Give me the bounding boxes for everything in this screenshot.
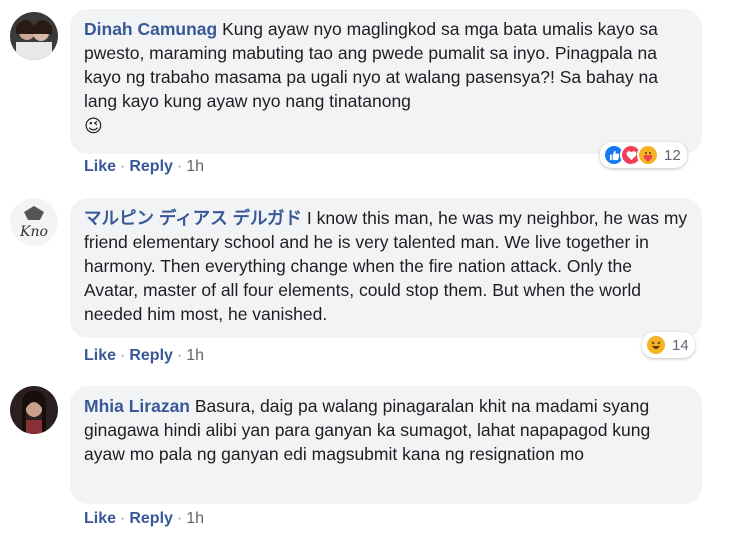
svg-text:Kno: Kno (19, 224, 48, 240)
wink-emoji: 😉 (84, 116, 103, 136)
comment-bubble: マルピン ディアス デルガド I know this man, he was m… (70, 198, 702, 338)
care-icon (637, 144, 659, 166)
avatar[interactable] (10, 386, 58, 434)
haha-icon (645, 334, 667, 356)
avatar[interactable] (10, 12, 58, 60)
like-link[interactable]: Like (84, 510, 116, 527)
reply-link[interactable]: Reply (129, 510, 173, 527)
avatar[interactable]: Kno (10, 198, 58, 246)
comment-time[interactable]: 1h (186, 158, 204, 175)
reaction-summary[interactable]: 12 (600, 142, 687, 168)
reply-link[interactable]: Reply (129, 347, 173, 364)
comment-time[interactable]: 1h (186, 347, 204, 364)
comment-actions: Like · Reply · 1h (84, 158, 205, 175)
comment-time[interactable]: 1h (186, 510, 204, 527)
comment-actions: Like · Reply · 1h (84, 510, 205, 527)
like-link[interactable]: Like (84, 347, 116, 364)
like-link[interactable]: Like (84, 158, 116, 175)
comment-bubble: Mhia Lirazan Basura, daig pa walang pina… (70, 386, 702, 504)
reaction-count: 12 (664, 146, 681, 164)
comment-author[interactable]: Mhia Lirazan (84, 396, 190, 416)
comment-actions: Like · Reply · 1h (84, 347, 205, 364)
comment-author[interactable]: マルピン ディアス デルガド (84, 208, 302, 228)
comment-author[interactable]: Dinah Camunag (84, 19, 217, 39)
reply-link[interactable]: Reply (129, 158, 173, 175)
reaction-summary[interactable]: 14 (642, 332, 695, 358)
comment-bubble: Dinah Camunag Kung ayaw nyo maglingkod s… (70, 9, 702, 154)
reaction-count: 14 (672, 336, 689, 354)
